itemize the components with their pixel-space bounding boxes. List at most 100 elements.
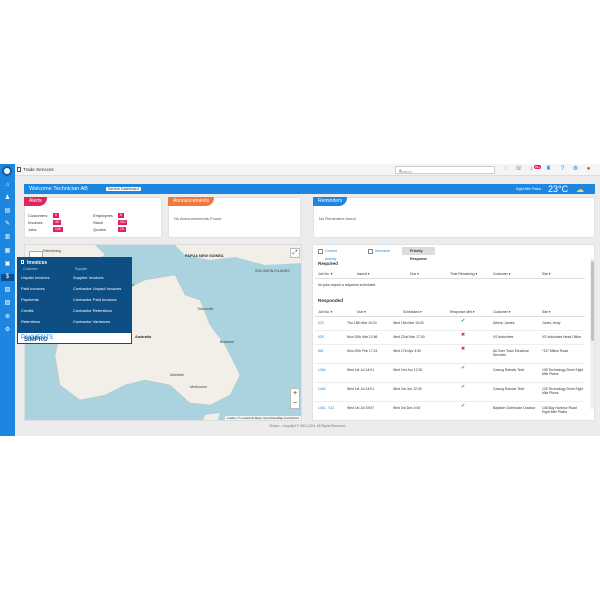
customer-cell: Cotung Robotic Tech	[493, 387, 525, 391]
col-site[interactable]: Site ▾	[542, 272, 551, 276]
settings-icon[interactable]: ⚙	[3, 327, 12, 334]
zoom-in-button[interactable]: +	[291, 389, 299, 399]
checkbox-current-activity[interactable]	[318, 248, 323, 254]
col-site[interactable]: Site ▾	[542, 310, 551, 314]
table-row[interactable]: 861 Mon 20th Feb 17:24 Wed 17th Apr 4:30…	[315, 346, 585, 364]
menu-contractor-paid-invoices[interactable]: Contractor Paid Invoices	[73, 297, 117, 302]
map-label-png: PAPUA NEW GUINEA	[185, 254, 224, 258]
col-scheduled[interactable]: Scheduled ▾	[403, 310, 422, 314]
alerts-tab[interactable]: Alerts	[24, 197, 47, 206]
scrollbar-thumb[interactable]	[590, 261, 594, 341]
document-icon[interactable]: ▥	[3, 234, 12, 241]
job-link[interactable]: 1464	[318, 368, 326, 372]
tab-schedule[interactable]: Schedule	[368, 247, 390, 255]
chart-icon[interactable]: ▨	[3, 287, 12, 294]
flyout-title: Invoices	[27, 260, 48, 266]
menu-payments[interactable]: Payments	[21, 297, 39, 302]
people-icon[interactable]: ♟	[3, 195, 12, 202]
col-customer[interactable]: Customer ▾	[493, 272, 510, 276]
table-row[interactable]: 625 Mon 20th Mar 12:56 Wed 22nd Mar 17:0…	[315, 332, 585, 345]
col-customer[interactable]: Customer ▾	[493, 310, 510, 314]
gear-icon[interactable]: ⚙	[572, 166, 579, 173]
reminders-tab[interactable]: Reminders	[313, 197, 348, 206]
job-link[interactable]: 861	[318, 349, 324, 353]
temperature: 23°C	[548, 184, 569, 194]
alert-label-employees[interactable]: Employees	[93, 213, 113, 218]
col-issued[interactable]: Issued ▾	[357, 272, 370, 276]
col-job-no[interactable]: Job No. ▾	[318, 272, 332, 276]
job-link[interactable]: 623	[318, 321, 324, 325]
alert-label-stock[interactable]: Stock	[93, 220, 103, 225]
help-icon[interactable]: ?	[559, 166, 566, 173]
scheduled-cell: Wed 15th Mar 15:00	[393, 321, 424, 325]
due-cell: Mon 20th Mar 12:56	[347, 335, 378, 339]
due-cell: Wed 1st Jul 19:57	[347, 406, 375, 410]
invoices-icon[interactable]: $	[1, 274, 14, 281]
search-icon[interactable]: ⌕	[399, 168, 492, 174]
menu-retentions[interactable]: Retentions	[21, 319, 40, 324]
job-link[interactable]: 1464	[318, 387, 326, 391]
menu-paid-invoices[interactable]: Paid Invoices	[21, 286, 45, 291]
table-row[interactable]: 623 Thu 15th Mar 10:24 Wed 15th Mar 15:0…	[315, 318, 585, 331]
menu-contractor-unpaid-invoices[interactable]: Contractor Unpaid Invoices	[73, 286, 121, 291]
col-due[interactable]: Due ▾	[357, 310, 366, 314]
map-attribution[interactable]: Leaflet | © LocationIQ Maps, OpenStreetM…	[225, 416, 301, 420]
table-row[interactable]: 1464 Wed 1st Jul 14:01 Wed 3rd Jun 12:30…	[315, 384, 585, 402]
site-cell: 135 Technology Drive Eight Mile Plains	[542, 368, 584, 377]
job-link[interactable]: 625	[318, 335, 324, 339]
menu-credits[interactable]: Credits	[21, 308, 34, 313]
site-cell: 125 Technology Drive Eight Mile Plains	[542, 387, 584, 396]
table-scrollbar[interactable]	[590, 259, 594, 409]
alert-label-invoices[interactable]: Invoices	[28, 220, 43, 225]
simpro-payments-banner[interactable]: SIMPRO PAYMENTS	[17, 332, 132, 344]
invoices-flyout: Invoices Customer Supplier Unpaid Invoic…	[17, 257, 132, 344]
alert-label-jobs[interactable]: Jobs	[28, 227, 36, 232]
dashboard-select[interactable]: Service Dashboard	[106, 186, 141, 191]
home-icon[interactable]: ⌂	[3, 182, 12, 189]
table-row[interactable]: 1461 - 512 Wed 1st Jul 19:57 Wed 3rd Dec…	[315, 403, 585, 420]
table-row[interactable]: 1464 Wed 1st Jul 14:01 Wed 2nd Jun 12:30…	[315, 365, 585, 383]
alert-label-quotes[interactable]: Quotes	[93, 227, 106, 232]
menu-supplier-invoices[interactable]: Supplier Invoices	[73, 275, 103, 280]
alert-count-jobs[interactable]: 136	[53, 226, 63, 232]
avatar[interactable]: ●	[585, 166, 592, 173]
alert-label-customers[interactable]: Customers	[28, 213, 47, 218]
tab-priority-response[interactable]: Priority Response	[402, 247, 436, 261]
user-add-icon[interactable]: ♜	[545, 166, 552, 173]
menu-contractor-variances[interactable]: Contractor Variances	[73, 319, 110, 324]
wrench-icon[interactable]: ✎	[3, 221, 12, 228]
map-label-adelaide: Adelaide	[170, 373, 184, 377]
alert-count-quotes[interactable]: 13	[118, 226, 126, 232]
alert-count-stock[interactable]: 110	[118, 219, 128, 225]
search-input[interactable]: Search ⌕	[395, 166, 495, 174]
chat-icon[interactable]: ◌	[502, 166, 509, 173]
breadcrumb[interactable]: Trade Services	[23, 167, 54, 172]
phone-icon[interactable]: ☏	[515, 166, 523, 173]
zoom-out-button[interactable]: −	[291, 399, 299, 409]
footer-copyright: Simpro - Copyright © 2001-2024, All Righ…	[269, 424, 346, 428]
menu-contractor-retentions[interactable]: Contractor Retentions	[73, 308, 112, 313]
link-icon[interactable]: ⊗	[3, 314, 12, 321]
logo-icon[interactable]	[2, 166, 12, 176]
calendar-icon[interactable]: ▦	[3, 248, 12, 255]
site-cell: Jones, Andy	[542, 321, 561, 325]
col-response-met[interactable]: Response Met ▾	[450, 310, 475, 314]
checkbox-schedule[interactable]	[368, 248, 373, 254]
job-link[interactable]: 1461 - 512	[318, 406, 334, 410]
tab-current-activity[interactable]: Current Activity	[318, 247, 337, 261]
site-cell: 148 Bay Harbour Road Eight Mile Plains	[542, 406, 577, 415]
clipboard-icon[interactable]: ▤	[3, 208, 12, 215]
report-icon[interactable]: ▧	[3, 300, 12, 307]
announcements-tab[interactable]: Announcements	[168, 197, 215, 206]
alert-count-employees[interactable]: 8	[118, 212, 124, 218]
alert-count-invoices[interactable]: 46	[53, 219, 61, 225]
menu-unpaid-invoices[interactable]: Unpaid Invoices	[21, 275, 49, 280]
col-job-no[interactable]: Job No. ▾	[318, 310, 332, 314]
col-time-remaining[interactable]: Time Remaining ▾	[450, 272, 477, 276]
alert-count-customers[interactable]: 5	[53, 212, 59, 218]
col-due[interactable]: Due ▾	[410, 272, 419, 276]
tab-label: Current Activity	[325, 249, 337, 261]
fullscreen-icon[interactable]: ⤢	[290, 248, 300, 258]
priority-response-panel: Current Activity Schedule Priority Respo…	[312, 244, 595, 421]
box-icon[interactable]: ▣	[3, 261, 12, 268]
